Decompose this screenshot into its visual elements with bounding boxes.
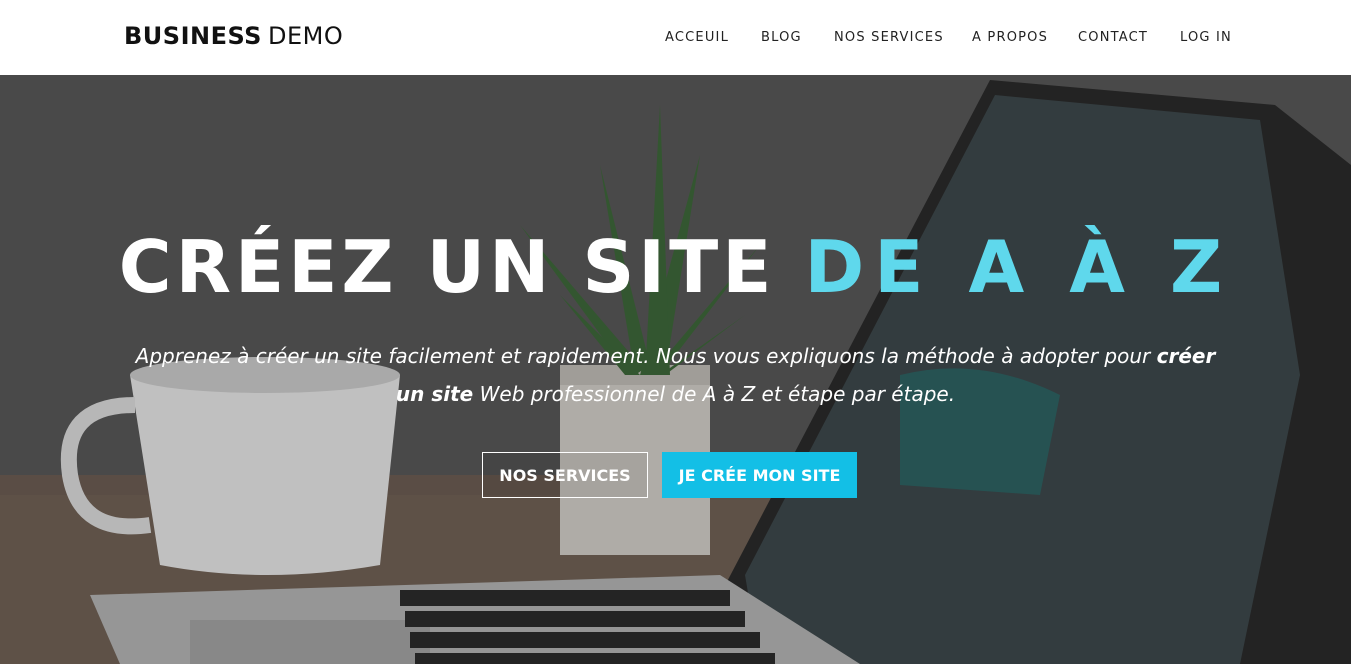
hero-title-main: CRÉEZ UN SITE bbox=[118, 225, 805, 309]
hero-subtitle-text-2: Web professionnel de A à Z et étape par … bbox=[473, 382, 956, 406]
site-header: BUSINESS DEMO ACCEUIL BLOG NOS SERVICES A… bbox=[0, 0, 1351, 75]
site-logo[interactable]: BUSINESS DEMO bbox=[124, 22, 343, 50]
hero-subtitle-text-1: Apprenez à créer un site facilement et r… bbox=[135, 344, 1157, 368]
hero-section: CRÉEZ UN SITE DE A À Z Apprenez à créer … bbox=[0, 75, 1351, 664]
hero-title-accent: DE A À Z bbox=[804, 225, 1233, 309]
logo-bold-text: BUSINESS bbox=[124, 22, 262, 50]
nav-item-contact[interactable]: CONTACT bbox=[1078, 30, 1148, 45]
nav-item-nos-services[interactable]: NOS SERVICES bbox=[834, 30, 944, 45]
hero-subtitle: Apprenez à créer un site facilement et r… bbox=[120, 337, 1231, 413]
hero-title: CRÉEZ UN SITE DE A À Z bbox=[0, 225, 1351, 309]
logo-light-text: DEMO bbox=[267, 22, 344, 50]
nos-services-button[interactable]: NOS SERVICES bbox=[482, 452, 648, 498]
nav-item-a-propos[interactable]: A PROPOS bbox=[972, 30, 1048, 45]
nav-item-blog[interactable]: BLOG bbox=[761, 30, 802, 45]
nav-item-acceuil[interactable]: ACCEUIL bbox=[665, 30, 729, 45]
je-cree-mon-site-button[interactable]: JE CRÉE MON SITE bbox=[662, 452, 857, 498]
nav-item-log-in[interactable]: LOG IN bbox=[1180, 30, 1232, 45]
